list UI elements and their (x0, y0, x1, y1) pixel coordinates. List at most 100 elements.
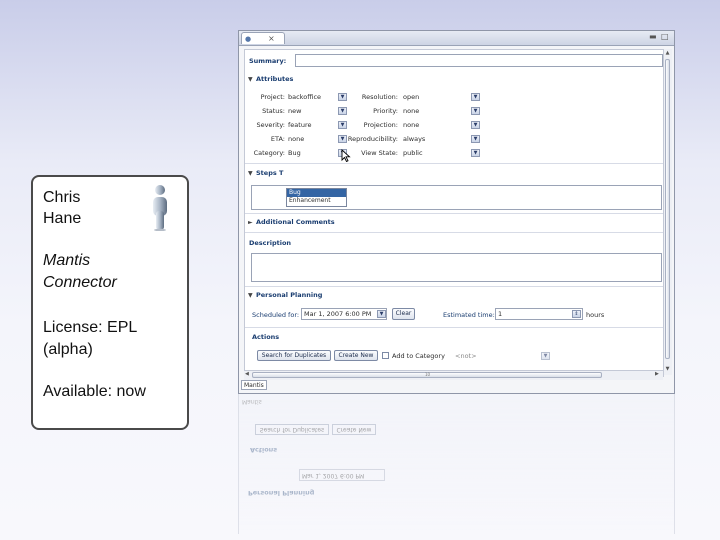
editor-tab[interactable]: ● × (241, 32, 285, 44)
maximize-icon[interactable]: □ (661, 32, 669, 41)
reproducibility-dropdown[interactable]: ▼ (471, 135, 480, 143)
scroll-grip: 10 (425, 372, 431, 377)
project-value: backoffice (288, 93, 322, 101)
category-value: Bug (288, 149, 301, 157)
presenter-name: Chris Hane (43, 187, 81, 229)
severity-value: feature (288, 121, 312, 129)
status-label: Status: (262, 107, 285, 115)
status-value: new (288, 107, 302, 115)
task-editor-window: ● × ▬ □ Summary: ▼ Attributes Project: ba… (238, 30, 675, 394)
availability: Available: now (43, 383, 146, 400)
add-to-category-label: Add to Category (392, 352, 445, 360)
reflection-panel (238, 394, 675, 534)
personal-planning-header: Personal Planning (256, 291, 323, 299)
reflection-button-label: Create New (336, 426, 372, 433)
description-header: Description (249, 239, 292, 247)
create-new-button[interactable]: Create New (334, 350, 378, 361)
eta-value: none (288, 135, 305, 143)
mantis-page-tab-label: Mantis (244, 382, 264, 389)
projection-dropdown[interactable]: ▼ (471, 121, 480, 129)
view-state-dropdown[interactable]: ▼ (471, 149, 480, 157)
date-picker-dropdown[interactable]: ▼ (377, 310, 386, 318)
resolution-dropdown[interactable]: ▼ (471, 93, 480, 101)
create-new-label: Create New (338, 352, 374, 359)
reflection-button: Create New (332, 424, 376, 435)
severity-label: Severity: (256, 121, 285, 129)
description-text-area[interactable] (251, 253, 662, 282)
projection-value: none (403, 121, 420, 129)
person-icon (153, 185, 167, 231)
priority-label: Priority: (373, 107, 398, 115)
reflection-button: Search for Duplicates (255, 424, 329, 435)
summary-input[interactable] (295, 54, 663, 67)
close-icon[interactable]: × (268, 33, 275, 45)
expand-icon: ▼ (248, 76, 253, 83)
reproducibility-label: Reproducibility: (347, 135, 398, 143)
editor-tab-strip: ● × ▬ □ (239, 31, 674, 46)
resolution-label: Resolution: (361, 93, 398, 101)
mantis-page-tab[interactable]: Mantis (241, 380, 267, 390)
scheduled-for-label: Scheduled for: (252, 311, 300, 319)
projection-label: Projection: (363, 121, 398, 129)
horizontal-scroll-thumb[interactable]: 10 (252, 372, 602, 378)
clear-button[interactable]: Clear (392, 308, 415, 320)
clear-button-label: Clear (395, 310, 412, 317)
expand-icon: ▼ (248, 170, 253, 177)
vertical-scroll-thumb[interactable] (665, 59, 670, 359)
add-to-category-dropdown[interactable]: ▼ (541, 352, 550, 360)
additional-comments-header: Additional Comments (256, 218, 335, 226)
section-divider (245, 327, 663, 328)
attributes-section[interactable]: ▼ Attributes (248, 75, 293, 83)
personal-planning-section[interactable]: ▼ Personal Planning (248, 291, 322, 299)
additional-comments-section[interactable]: ► Additional Comments (248, 218, 335, 226)
expand-icon: ▼ (248, 292, 253, 299)
resolution-value: open (403, 93, 420, 101)
actions-header: Actions (252, 333, 280, 341)
attributes-header: Attributes (256, 75, 294, 83)
add-to-category-value: <not> (455, 352, 477, 360)
add-to-category-checkbox[interactable] (382, 352, 389, 359)
estimated-time-input[interactable]: 1 (495, 308, 583, 320)
category-label: Category: (253, 149, 285, 157)
scroll-right-icon[interactable]: ▶ (655, 371, 659, 377)
vertical-scrollbar[interactable]: ▲ ▼ (663, 49, 672, 375)
estimated-time-unit: hours (586, 311, 605, 319)
steps-section[interactable]: ▼ Steps T (248, 169, 283, 177)
section-divider (245, 232, 663, 233)
estimated-time-label: Estimated time: (443, 311, 495, 319)
reflection-actions-header: Actions (250, 446, 278, 454)
priority-value: none (403, 107, 420, 115)
reflection-date-field: Mar 1, 2007 6:00 PM (299, 469, 385, 481)
search-for-duplicates-label: Search for Duplicates (261, 352, 327, 359)
presenter-first-name: Chris (43, 189, 81, 206)
scheduled-for-input[interactable]: Mar 1, 2007 6:00 PM (301, 308, 387, 320)
reflection-button-label: Search for Duplicates (259, 426, 325, 433)
license-info: License: EPL (alpha) (43, 317, 137, 361)
estimated-time-value: 1 (498, 310, 503, 318)
reproducibility-value: always (403, 135, 426, 143)
presenter-card: Chris Hane Mantis Connector License: EPL… (31, 175, 189, 430)
steps-header: Steps T (256, 169, 284, 177)
category-popup: Bug Enhancement (286, 188, 347, 207)
scroll-down-icon[interactable]: ▼ (664, 365, 671, 373)
editor-content: Summary: ▼ Attributes Project: backoffice… (244, 49, 664, 377)
reflection-tab-label: Mantis (242, 398, 262, 405)
search-for-duplicates-button[interactable]: Search for Duplicates (257, 350, 331, 361)
estimated-time-spinner[interactable]: ⇕ (572, 310, 581, 318)
reflection-planning-header: Personal Planning (248, 489, 315, 497)
minimize-icon[interactable]: ▬ (649, 32, 657, 41)
collapse-icon: ► (248, 219, 253, 226)
priority-dropdown[interactable]: ▼ (471, 107, 480, 115)
eta-label: ETA: (270, 135, 285, 143)
scroll-up-icon[interactable]: ▲ (664, 49, 671, 57)
license-line-2: (alpha) (43, 341, 93, 358)
section-divider (245, 213, 663, 214)
category-option-bug[interactable]: Bug (287, 189, 346, 197)
scheduled-for-value: Mar 1, 2007 6:00 PM (304, 310, 372, 318)
horizontal-scrollbar[interactable]: ◀ 10 ▶ (244, 370, 663, 380)
category-option-enhancement[interactable]: Enhancement (287, 197, 346, 205)
scroll-left-icon[interactable]: ◀ (245, 371, 249, 377)
task-icon: ● (245, 35, 252, 43)
product-line-1: Mantis (43, 252, 91, 269)
license-line-1: License: EPL (43, 319, 138, 336)
